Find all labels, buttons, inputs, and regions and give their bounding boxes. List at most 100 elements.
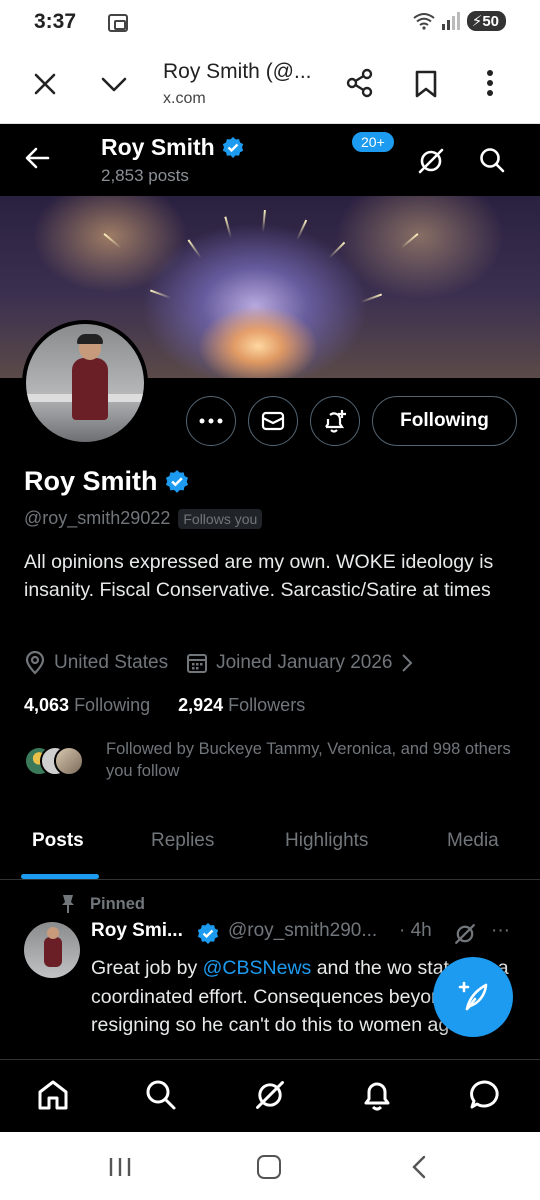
header-name-text: Roy Smith: [101, 134, 215, 160]
profile-handle: @roy_smith29022: [24, 508, 171, 528]
profile-name-text: Roy Smith: [24, 466, 158, 496]
verified-badge-icon: [197, 923, 219, 944]
x-profile-page: Roy Smith 2,853 posts Following Roy Smit…: [0, 124, 540, 1132]
banner-spark: [149, 289, 172, 299]
active-tab-indicator: [21, 874, 99, 879]
mail-icon: [261, 411, 285, 431]
share-icon[interactable]: [345, 68, 375, 98]
post-author[interactable]: Roy Smi...: [91, 920, 183, 942]
profile-avatar[interactable]: [22, 320, 148, 446]
following-button[interactable]: Following: [372, 396, 517, 446]
avatar: [54, 746, 84, 776]
profile-tabs: Posts Replies Highlights Media: [0, 814, 540, 880]
home-button[interactable]: [257, 1155, 281, 1179]
screen-capture-icon: [108, 14, 128, 32]
search-icon[interactable]: [144, 1078, 178, 1112]
followers-label: Followers: [228, 695, 306, 715]
wifi-icon: [413, 13, 435, 30]
profile-name: Roy Smith: [24, 466, 190, 497]
status-icons: ⚡50: [413, 11, 506, 31]
battery-level: 50: [482, 13, 499, 30]
status-time: 3:37: [34, 10, 77, 33]
back-arrow-icon[interactable]: [24, 146, 50, 170]
banner-spark: [224, 216, 232, 239]
avatar-cap: [77, 334, 103, 344]
battery-indicator: ⚡50: [466, 11, 506, 31]
followers-stat[interactable]: 2,924 Followers: [178, 695, 305, 716]
grok-icon[interactable]: [416, 146, 446, 176]
profile-meta: United States Joined January 2026: [24, 651, 413, 675]
bell-plus-icon: [325, 410, 346, 433]
notify-button[interactable]: [310, 396, 360, 446]
verified-badge-icon: [165, 469, 188, 493]
banner-spark: [296, 219, 308, 241]
follows-you-badge: Follows you: [178, 508, 263, 529]
chevron-down-icon[interactable]: [100, 72, 128, 96]
banner-spark: [328, 241, 346, 259]
calendar-icon: [187, 654, 208, 673]
tab-posts[interactable]: Posts: [32, 830, 84, 852]
followers-count: 2,924: [178, 695, 224, 715]
bottom-nav: [0, 1059, 540, 1132]
banner-spark: [103, 233, 122, 249]
recents-icon[interactable]: [108, 1156, 132, 1178]
tab-highlights[interactable]: Highlights: [285, 830, 368, 852]
post-time[interactable]: · 4h: [399, 920, 432, 942]
home-icon[interactable]: [36, 1078, 70, 1112]
post-mention-link[interactable]: @CBSNews: [203, 957, 312, 979]
browser-page-title[interactable]: Roy Smith (@...: [163, 60, 312, 84]
location-icon: [25, 651, 45, 675]
profile-handle-row: @roy_smith29022 Follows you: [24, 508, 263, 529]
pinned-label: Pinned: [90, 894, 146, 913]
close-icon[interactable]: [33, 72, 57, 96]
browser-url[interactable]: x.com: [163, 90, 206, 108]
post-avatar[interactable]: [24, 922, 80, 978]
following-stat[interactable]: 4,063 Following: [24, 695, 150, 716]
grok-icon[interactable]: [453, 922, 477, 946]
signal-icon: [441, 12, 460, 30]
compose-icon: [458, 981, 488, 1011]
profile-top-bar: Roy Smith 2,853 posts: [0, 124, 540, 196]
post-more-button[interactable]: ···: [491, 920, 510, 942]
more-button[interactable]: [186, 396, 236, 446]
posts-count: 2,853 posts: [101, 166, 189, 185]
post-header: Roy Smi... @roy_smith290... · 4h ···: [91, 920, 521, 950]
tab-media[interactable]: Media: [447, 830, 499, 852]
compose-button[interactable]: [433, 957, 513, 1037]
tab-replies[interactable]: Replies: [151, 830, 214, 852]
notifications-icon[interactable]: [360, 1078, 394, 1112]
followed-by-text: Followed by Buckeye Tammy, Veronica, and…: [106, 740, 511, 780]
message-button[interactable]: [248, 396, 298, 446]
bookmark-icon[interactable]: [415, 70, 437, 98]
status-bar: 3:37 ⚡50: [0, 0, 540, 46]
grok-icon[interactable]: [253, 1078, 287, 1112]
following-count: 4,063: [24, 695, 70, 715]
android-nav-bar: [0, 1132, 540, 1200]
back-icon[interactable]: [410, 1154, 428, 1180]
pin-icon: [62, 895, 74, 913]
profile-location: United States: [24, 651, 168, 675]
banner-spark: [360, 293, 383, 303]
avatar-person: [44, 937, 62, 967]
banner-spark: [400, 233, 419, 249]
banner-spark: [187, 239, 202, 259]
post-text-before: Great job by: [91, 957, 203, 979]
verified-badge-icon: [222, 136, 243, 158]
more-icon: [199, 418, 223, 424]
avatar-head: [47, 927, 59, 939]
browser-toolbar: Roy Smith (@... x.com: [0, 46, 540, 124]
header-name: Roy Smith: [101, 134, 245, 161]
search-icon[interactable]: [478, 146, 506, 174]
profile-stats: 4,063 Following 2,924 Followers: [24, 695, 305, 716]
location-text: United States: [54, 652, 169, 673]
profile-joined[interactable]: Joined January 2026: [186, 652, 412, 674]
follower-avatars: [24, 746, 84, 778]
post-handle[interactable]: @roy_smith290...: [228, 920, 377, 942]
more-vert-icon[interactable]: [484, 68, 496, 98]
notifications-badge: 20+: [350, 130, 396, 154]
banner-spark: [262, 209, 266, 233]
chevron-right-icon: [401, 654, 412, 672]
joined-text: Joined January 2026: [216, 652, 393, 673]
profile-bio: All opinions expressed are my own. WOKE …: [24, 551, 494, 601]
messages-icon[interactable]: [468, 1078, 502, 1112]
